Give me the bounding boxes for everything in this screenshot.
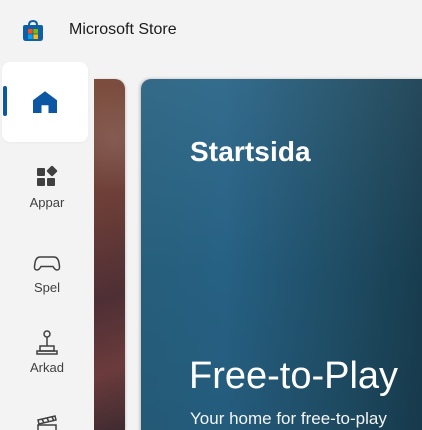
- apps-icon: [37, 165, 58, 186]
- navigation-sidebar: Appar Spel Arkad: [0, 62, 94, 430]
- free-to-play-hero-card[interactable]: Startsida Free-to-Play Your home for fre…: [141, 79, 422, 430]
- nav-item-movies[interactable]: [0, 412, 94, 430]
- clapperboard-icon: [37, 415, 57, 430]
- joystick-icon: [36, 330, 58, 355]
- home-icon: [33, 91, 57, 113]
- page-title: Startsida: [190, 136, 311, 167]
- home-content: Startsida Free-to-Play Your home for fre…: [94, 62, 422, 430]
- nav-label-games: Spel: [33, 280, 61, 295]
- title-bar: Microsoft Store: [0, 0, 422, 62]
- hero-title: Free-to-Play: [189, 355, 399, 397]
- previous-carousel-item[interactable]: [94, 79, 125, 430]
- gamepad-icon: [33, 256, 61, 271]
- nav-label-apps: Appar: [29, 195, 65, 210]
- app-title: Microsoft Store: [69, 21, 177, 38]
- nav-item-apps[interactable]: Appar: [0, 163, 94, 210]
- nav-label-arcade: Arkad: [30, 360, 64, 375]
- microsoft-store-icon: [23, 20, 43, 41]
- nav-item-games[interactable]: Spel: [0, 248, 94, 295]
- nav-item-home[interactable]: [2, 62, 88, 142]
- hero-subtitle: Your home for free-to-play: [190, 409, 387, 428]
- selected-indicator: [3, 86, 7, 116]
- microsoft-store-window: Microsoft Store Appar Spel Arkad Startsi…: [0, 0, 422, 430]
- nav-item-arcade[interactable]: Arkad: [0, 328, 94, 375]
